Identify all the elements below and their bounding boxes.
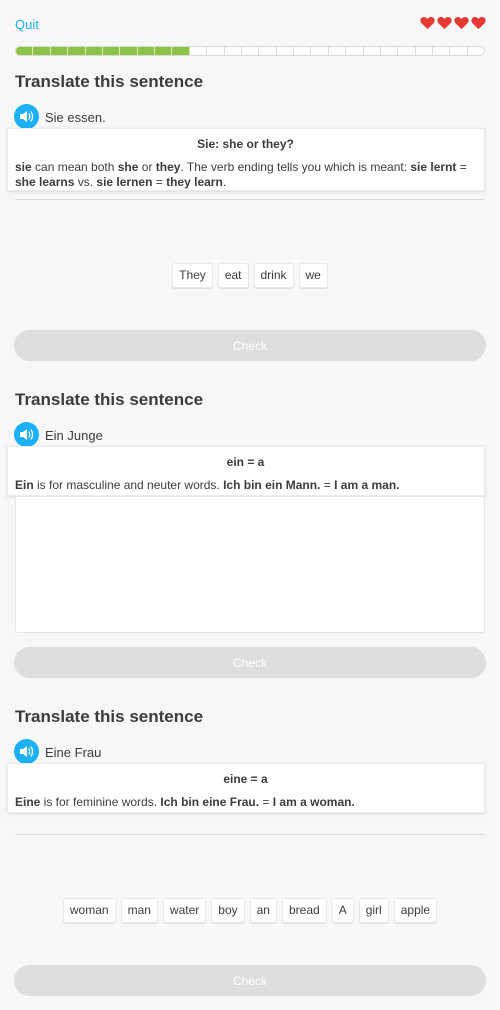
progress-segment — [68, 47, 86, 55]
progress-segment — [381, 47, 399, 55]
progress-segment — [311, 47, 329, 55]
word-tile[interactable]: we — [298, 263, 328, 288]
word-bank: woman man water boy an bread Agirl apple — [15, 898, 485, 923]
word-tile[interactable]: eat — [217, 263, 249, 288]
hearts-indicator — [420, 16, 486, 30]
progress-segment — [120, 47, 138, 55]
heart-icon — [420, 16, 435, 30]
progress-segment — [259, 47, 277, 55]
answer-textarea[interactable] — [15, 496, 485, 633]
progress-segment — [155, 47, 173, 55]
exercise-3-title: Translate this sentence — [15, 707, 204, 726]
heart-icon — [437, 16, 452, 30]
progress-segment — [398, 47, 416, 55]
word-tile[interactable]: drink — [253, 263, 294, 288]
progress-segment — [102, 47, 121, 55]
progress-segment — [416, 47, 433, 55]
word-tile[interactable]: boy — [211, 898, 245, 923]
word-bank: They eat drink we — [15, 263, 485, 288]
exercise-2-prompt[interactable]: Ein Junge — [45, 428, 103, 447]
lesson-progress-bar — [15, 46, 485, 56]
word-tile[interactable]: man — [120, 898, 158, 923]
progress-segment — [450, 47, 468, 55]
progress-segment — [364, 47, 381, 55]
tip-body: Eine is for feminine words. Ich bin eine… — [15, 795, 355, 809]
check-button[interactable]: Check — [14, 647, 486, 678]
word-tile[interactable]: an — [249, 898, 277, 923]
word-tile[interactable]: A — [331, 898, 354, 923]
exercise-1-tip-popup: Sie: she or they? sie can mean both she … — [7, 128, 485, 191]
progress-segment — [277, 47, 294, 55]
tip-title: Sie: she or they? — [197, 137, 294, 151]
word-tile[interactable]: water — [162, 898, 207, 923]
exercise-3-tip-popup: eine = a Eine is for feminine words. Ich… — [7, 763, 485, 813]
progress-segment — [137, 47, 155, 55]
heart-icon — [454, 16, 469, 30]
progress-segment — [242, 47, 260, 55]
progress-segment — [207, 47, 225, 55]
word-tile[interactable]: apple — [393, 898, 438, 923]
exercise-2-tip-popup: ein = a Ein is for masculine and neuter … — [7, 446, 485, 496]
progress-segment — [33, 47, 51, 55]
progress-segment — [225, 47, 242, 55]
progress-segment — [190, 47, 208, 55]
progress-segment — [329, 47, 347, 55]
tip-body: Ein is for masculine and neuter words. I… — [15, 478, 400, 492]
progress-segment — [433, 47, 451, 55]
word-tile[interactable]: woman — [62, 898, 116, 923]
progress-segment — [172, 47, 190, 55]
exercise-1-title: Translate this sentence — [15, 72, 204, 91]
progress-segment — [294, 47, 312, 55]
word-tile[interactable]: They — [172, 263, 213, 288]
progress-segment — [16, 47, 34, 55]
exercise-2-title: Translate this sentence — [15, 390, 204, 409]
tip-title: eine = a — [223, 772, 268, 786]
progress-segment — [85, 47, 103, 55]
speaker-icon[interactable] — [14, 422, 39, 447]
check-button[interactable]: Check — [14, 330, 486, 361]
word-tile[interactable]: girl — [358, 898, 389, 923]
progress-segment — [346, 47, 364, 55]
quit-button[interactable]: Quit — [15, 17, 39, 32]
tip-title: ein = a — [226, 455, 265, 469]
progress-segment — [50, 47, 69, 55]
speaker-icon[interactable] — [14, 104, 39, 129]
exercise-3-prompt[interactable]: Eine Frau — [45, 745, 101, 760]
heart-icon — [471, 16, 486, 30]
check-button[interactable]: Check — [14, 965, 486, 996]
speaker-icon[interactable] — [14, 739, 39, 764]
progress-segment — [468, 47, 484, 55]
word-tile[interactable]: bread — [281, 898, 327, 923]
exercise-1-prompt[interactable]: Sie essen. — [45, 110, 106, 125]
answer-line — [15, 199, 485, 200]
tip-body: sie can mean both she or they. The verb … — [15, 160, 467, 189]
answer-line — [15, 834, 485, 835]
